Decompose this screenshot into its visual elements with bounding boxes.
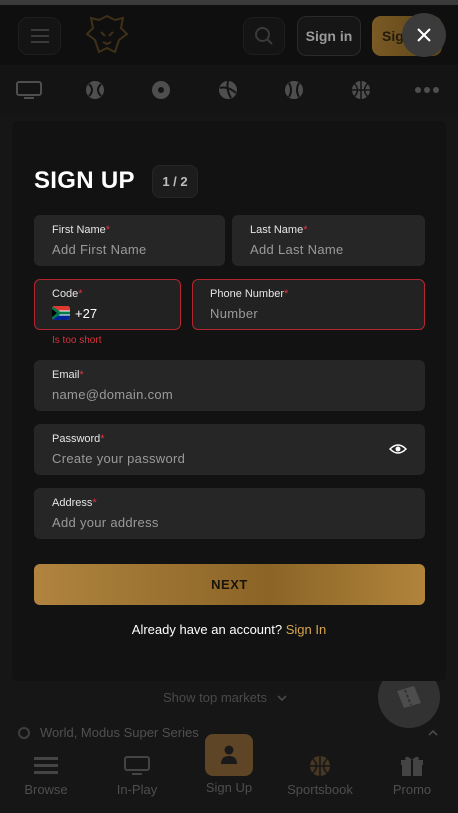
hamburger-icon (30, 29, 49, 43)
menu-button[interactable] (18, 17, 61, 55)
last-name-label: Last Name* (250, 224, 308, 236)
chevron-down-icon (277, 695, 287, 702)
nav-promo[interactable]: Promo (372, 748, 452, 797)
phone-number-input[interactable]: Number (210, 306, 258, 321)
tennis-ball-icon[interactable] (82, 77, 108, 103)
code-error-message: Is too short (52, 335, 102, 346)
nav-sign-up[interactable]: Sign Up (189, 734, 269, 795)
lion-logo-icon (85, 14, 129, 54)
nav-sportsbook[interactable]: Sportsbook (280, 748, 360, 797)
sports-bar (0, 65, 458, 115)
close-icon (417, 28, 431, 42)
more-icon[interactable] (414, 77, 440, 103)
nav-promo-label: Promo (392, 782, 432, 797)
user-icon (221, 745, 237, 764)
brand-logo[interactable] (84, 13, 130, 57)
address-label: Address* (52, 497, 97, 509)
modal-title: SIGN UP (34, 167, 135, 194)
show-top-markets[interactable]: Show top markets (163, 690, 287, 705)
search-icon (255, 27, 273, 45)
show-top-markets-label: Show top markets (163, 690, 268, 705)
country-code-value: +27 (75, 306, 98, 321)
soccer-ball-icon[interactable] (148, 77, 174, 103)
phone-label: Phone Number* (210, 288, 289, 300)
code-label: Code* (52, 288, 83, 300)
email-input[interactable]: name@domain.com (52, 387, 173, 402)
password-label: Password* (52, 433, 105, 445)
password-field[interactable]: Password* Create your password (34, 424, 425, 475)
step-indicator: 1 / 2 (152, 165, 198, 198)
nav-sign-up-label: Sign Up (205, 780, 253, 795)
first-name-input[interactable]: Add First Name (52, 242, 147, 257)
top-header: Sign in Sig (0, 5, 458, 65)
password-input[interactable]: Create your password (52, 451, 185, 466)
sign-in-link[interactable]: Sign In (286, 622, 326, 637)
chevron-up-icon[interactable] (428, 728, 438, 738)
already-account-text: Already have an account? (131, 622, 283, 637)
basketball-icon[interactable] (348, 77, 374, 103)
volleyball-icon[interactable] (215, 77, 241, 103)
address-input[interactable]: Add your address (52, 515, 159, 530)
email-label: Email* (52, 369, 84, 381)
email-field[interactable]: Email* name@domain.com (34, 360, 425, 411)
first-name-field[interactable]: First Name* Add First Name (34, 215, 225, 266)
bottom-navigation: Browse In-Play Sign Up Sportsbook Promo (0, 734, 458, 813)
close-modal-button[interactable] (402, 13, 446, 57)
eye-icon[interactable] (389, 442, 407, 456)
nav-in-play[interactable]: In-Play (97, 748, 177, 797)
basketball-icon (310, 756, 330, 776)
search-button[interactable] (243, 17, 285, 55)
header-sign-in-button[interactable]: Sign in (297, 16, 361, 56)
globe-icon (18, 727, 30, 739)
gift-icon (401, 756, 423, 776)
ticket-icon (397, 686, 421, 708)
country-code-field[interactable]: Code* +27 (34, 279, 181, 330)
live-icon (124, 756, 150, 775)
nav-sportsbook-label: Sportsbook (287, 782, 353, 797)
league-title: World, Modus Super Series (40, 725, 199, 740)
south-africa-flag-icon (52, 306, 70, 320)
baseball-icon[interactable] (281, 77, 307, 103)
nav-browse-label: Browse (24, 782, 68, 797)
last-name-field[interactable]: Last Name* Add Last Name (232, 215, 425, 266)
last-name-input[interactable]: Add Last Name (250, 242, 344, 257)
browse-icon (34, 757, 58, 774)
first-name-label: First Name* (52, 224, 111, 236)
phone-number-field[interactable]: Phone Number* Number (192, 279, 425, 330)
next-button[interactable]: NEXT (34, 564, 425, 605)
signup-modal: SIGN UP 1 / 2 First Name* Add First Name… (12, 121, 446, 681)
live-icon[interactable] (16, 77, 42, 103)
page: Sign in Sig Show top markets World, Modu… (0, 0, 458, 813)
nav-in-play-label: In-Play (116, 782, 158, 797)
sign-in-prompt: Already have an account? Sign In (12, 622, 446, 637)
nav-browse[interactable]: Browse (6, 748, 86, 797)
address-field[interactable]: Address* Add your address (34, 488, 425, 539)
